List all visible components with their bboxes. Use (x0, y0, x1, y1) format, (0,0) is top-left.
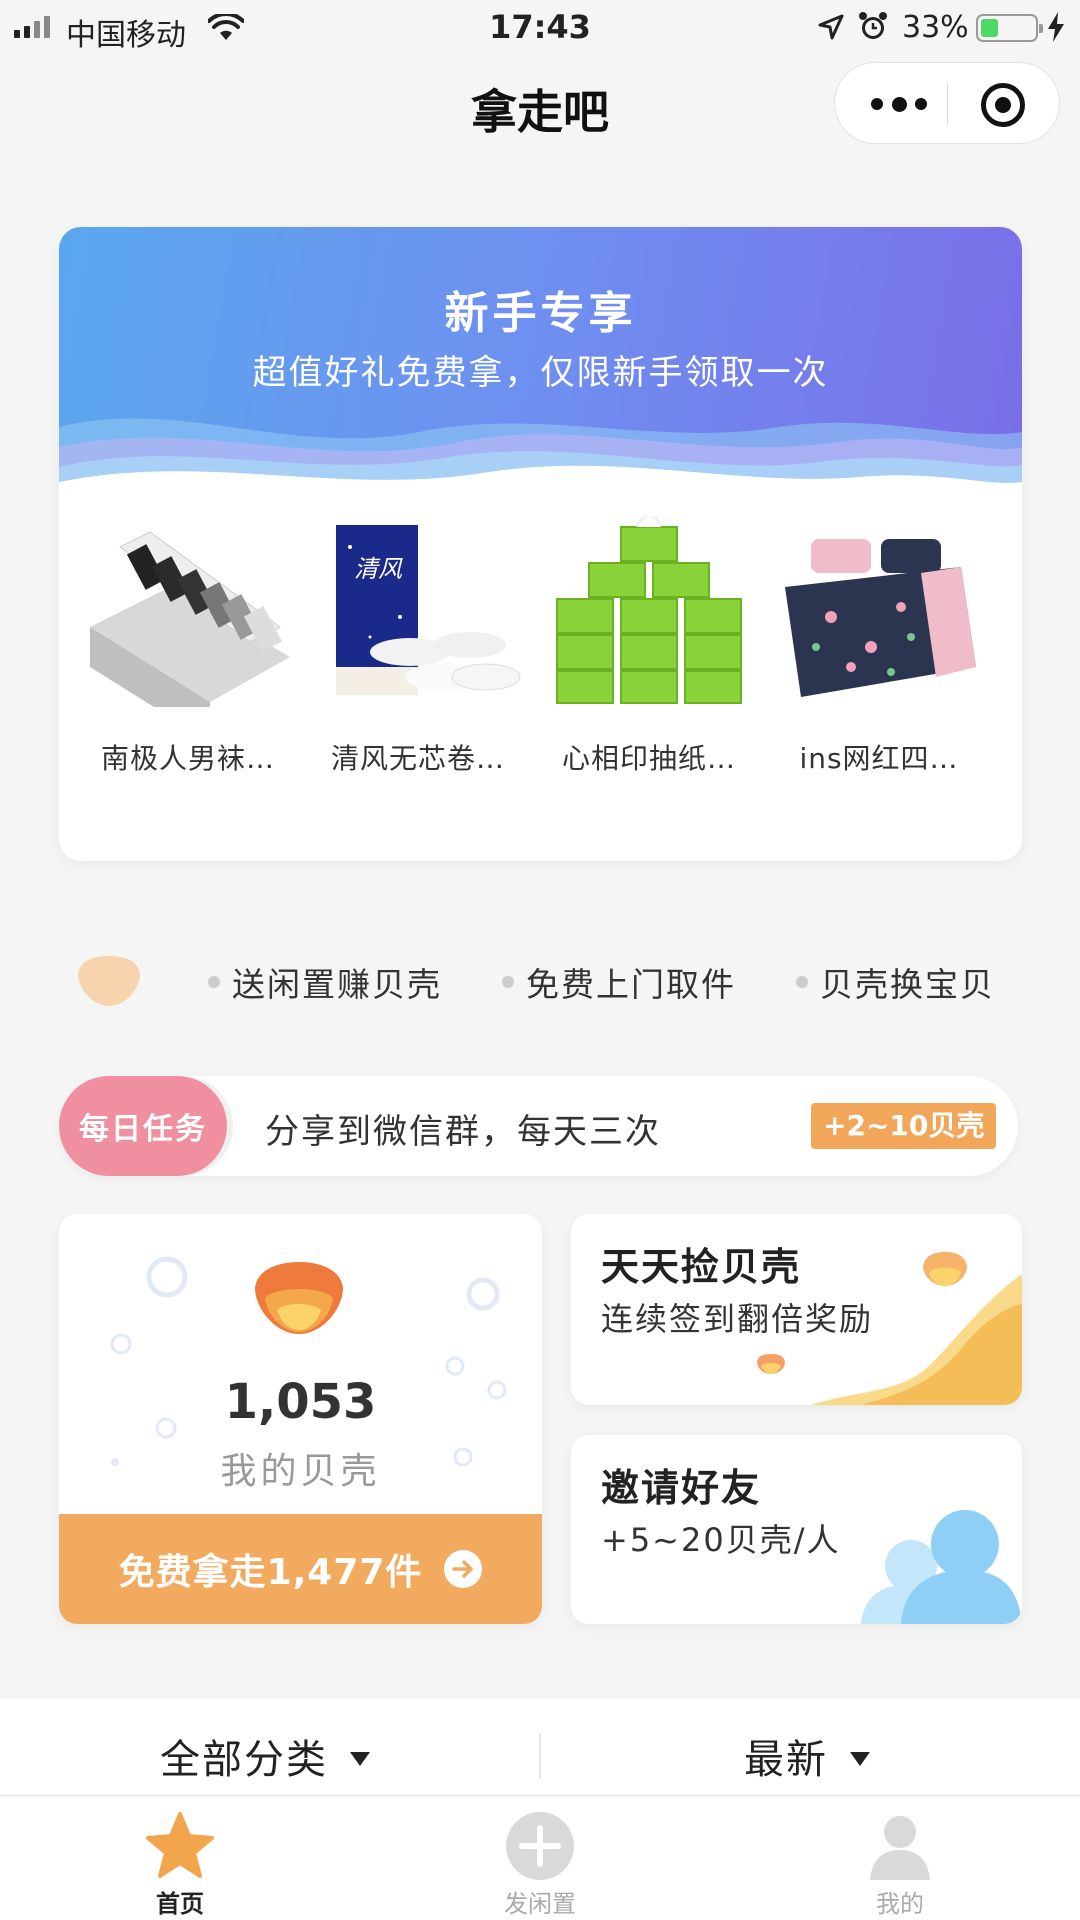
daily-task-bar[interactable]: 每日任务 分享到微信群，每天三次 +2~10贝壳 (59, 1076, 1018, 1176)
feature-item: 免费上门取件 (526, 965, 736, 1004)
arrow-right-circle-icon (444, 1550, 483, 1588)
tab-label: 首页 (156, 1890, 204, 1918)
user-icon (870, 1816, 930, 1880)
bullet-dot (208, 976, 220, 988)
feature-item: 贝壳换宝贝 (820, 965, 995, 1004)
checkin-title: 天天捡贝壳 (601, 1245, 802, 1289)
tab-post-item[interactable]: 发闲置 (440, 1796, 640, 1920)
toilet-paper-image: 清风 (336, 525, 521, 695)
alarm-icon (859, 12, 887, 39)
socks-box-image (90, 531, 290, 742)
bedding-set-image (785, 539, 976, 697)
feature-item: 送闲置赚贝壳 (232, 965, 442, 1004)
daily-task-badge: 每日任务 (59, 1076, 227, 1176)
dropdown-triangle-icon (850, 1752, 870, 1766)
invite-friends-card[interactable]: 邀请好友 +5~20贝壳/人 (571, 1435, 1022, 1624)
shell-icon (78, 956, 140, 1006)
product-item[interactable]: ins网红四… (771, 517, 987, 777)
product-name: 南极人男袜… (100, 742, 275, 775)
daily-task-reward: +2~10贝壳 (811, 1103, 997, 1149)
product-name: 心相印抽纸… (561, 742, 736, 775)
status-bar: 中国移动 17:43 33% (0, 0, 1080, 54)
tab-mine[interactable]: 我的 (800, 1796, 1000, 1920)
battery-percent: 33% (902, 10, 969, 45)
wave-decoration (59, 418, 1022, 517)
tab-bar: 首页 发闲置 我的 (0, 1795, 1080, 1920)
tab-label: 我的 (876, 1890, 924, 1918)
close-target-icon[interactable] (981, 83, 1025, 127)
tab-label: 发闲置 (504, 1890, 576, 1918)
shell-icon (255, 1262, 343, 1334)
checkin-subtitle: 连续签到翻倍奖励 (601, 1300, 874, 1338)
product-item[interactable]: 南极人男袜… (80, 517, 296, 777)
category-filter[interactable]: 全部分类 (160, 1727, 370, 1785)
star-icon (146, 1812, 214, 1878)
bullet-dot (502, 976, 514, 988)
invite-title: 邀请好友 (601, 1466, 762, 1510)
banner-subtitle: 超值好礼免费拿，仅限新手领取一次 (252, 353, 829, 393)
feature-strip: 送闲置赚贝壳 免费上门取件 贝壳换宝贝 (74, 954, 1014, 1008)
capsule-divider (947, 83, 948, 125)
product-name: ins网红四… (799, 742, 959, 775)
bullet-dot (796, 976, 808, 988)
dropdown-triangle-icon (350, 1752, 370, 1766)
my-shells-card[interactable]: 1,053 我的贝壳 免费拿走1,477件 (59, 1214, 542, 1624)
product-name: 清风无芯卷… (330, 742, 505, 775)
shell-count: 1,053 (224, 1374, 377, 1430)
checkin-card[interactable]: 天天捡贝壳 连续签到翻倍奖励 (571, 1214, 1022, 1405)
location-arrow-icon (818, 14, 844, 40)
sort-filter-label: 最新 (744, 1737, 828, 1783)
invite-subtitle: +5~20贝壳/人 (601, 1521, 841, 1559)
charging-bolt-icon (1048, 12, 1064, 42)
sort-filter[interactable]: 最新 (744, 1727, 870, 1785)
tab-home[interactable]: 首页 (80, 1796, 280, 1920)
tissue-pack-image (556, 516, 742, 704)
svg-text:清风: 清风 (354, 555, 403, 583)
product-item[interactable]: 清风 清风无芯卷… (310, 517, 526, 777)
daily-task-text: 分享到微信群，每天三次 (265, 1112, 661, 1152)
category-filter-label: 全部分类 (160, 1737, 328, 1783)
battery-icon (976, 14, 1043, 42)
plus-circle-icon (506, 1812, 574, 1880)
filter-bar: 全部分类 最新 (0, 1699, 1080, 1795)
more-dots-icon[interactable] (871, 93, 927, 115)
shell-label: 我的贝壳 (220, 1451, 381, 1492)
filter-divider (539, 1733, 541, 1779)
newbie-banner[interactable]: 新手专享 超值好礼免费拿，仅限新手领取一次 南极人男袜… 清风 清风无芯卷… 心… (59, 227, 1022, 861)
mini-program-capsule (834, 62, 1060, 144)
take-free-button[interactable]: 免费拿走1,477件 (59, 1514, 542, 1624)
take-free-label: 免费拿走1,477件 (118, 1552, 423, 1593)
banner-title: 新手专享 (444, 288, 637, 339)
product-item[interactable]: 心相印抽纸… (541, 516, 757, 777)
